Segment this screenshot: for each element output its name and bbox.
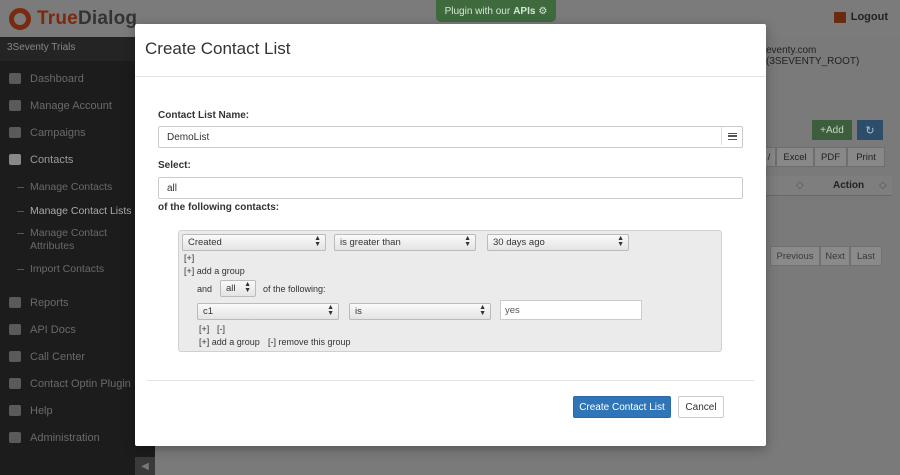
add-button[interactable]: + Add [812,120,852,140]
sidebar-item-label: Campaigns [30,126,86,139]
rule-value-select[interactable]: 30 days ago ▲ ▼ [487,234,629,251]
add-group-link[interactable]: [+] add a group [184,266,245,276]
logo-ring-icon [9,8,31,30]
export-print-button[interactable]: Print [847,147,885,167]
col-action[interactable]: Action [833,180,864,191]
group-match-select[interactable]: all ▲ ▼ [220,280,256,297]
sidebar-item-label: API Docs [30,323,76,336]
truedialog-logo[interactable]: TrueDialog [9,6,137,32]
modal-footer: Create Contact List Cancel [147,380,754,446]
mobile-icon [9,127,21,138]
rule-field-select[interactable]: Created ▲ ▼ [182,234,326,251]
following-contacts-label: of the following contacts: [158,202,280,213]
modal-title: Create Contact List [145,39,291,58]
bar-chart-icon [9,297,21,308]
group-rule-field-select[interactable]: c1 ▲ ▼ [197,303,339,320]
sidebar-item-administration[interactable]: Administration [0,424,155,451]
pager-last[interactable]: Last [850,246,882,266]
account-selector[interactable]: 3Seventy Trials [0,37,155,61]
account-label: 3Seventy Trials [7,42,76,53]
sidebar-item-label: Contact Optin Plugin [30,377,131,390]
criteria-builder: Created ▲ ▼ is greater than ▲ ▼ 30 days ago ▲… [178,230,722,352]
sidebar-item-campaigns[interactable]: Campaigns [0,119,155,146]
logo-part1: True [37,8,78,29]
select-match-input[interactable] [158,177,743,199]
select-arrows-icon: ▲ ▼ [464,235,471,248]
sidebar-item-label: Call Center [30,350,86,363]
home-icon [9,73,21,84]
sidebar-item-dashboard[interactable]: Dashboard [0,65,155,92]
sidebar-sub-manage-contact-lists[interactable]: Manage Contact Lists [0,205,155,227]
select-arrows-icon: ▲ ▼ [327,304,334,317]
sidebar-item-reports[interactable]: Reports [0,289,155,316]
sidebar-item-help[interactable]: Help [0,397,155,424]
table-header: ◇ Action ◇ [766,176,892,196]
group-and-label: and [197,284,213,294]
group-remove-rule-link[interactable]: [-] [217,324,225,334]
pager-next[interactable]: Next [820,246,850,266]
sort-icon: ◇ [796,180,804,191]
plugin-label-strong: APIs [513,5,536,17]
home-icon [9,324,21,335]
sidebar-item-api-docs[interactable]: API Docs [0,316,155,343]
sort-icon: ◇ [879,180,887,191]
cancel-button[interactable]: Cancel [678,396,724,418]
refresh-button[interactable]: ↻ [857,120,883,140]
select-arrows-icon: ▲ ▼ [617,235,624,248]
list-picker-button[interactable] [721,127,742,145]
sign-out-icon [833,11,846,23]
chat-icon [9,351,21,362]
plugin-api-button[interactable]: Plugin with our APIs ⚙ [436,0,556,22]
select-label: Select: [158,160,191,171]
group-rule-value-input[interactable] [500,300,642,320]
contact-list-name-input[interactable] [158,126,743,148]
chevron-left-icon: ◀ [141,460,149,472]
book-icon [9,154,21,165]
sidebar-item-manage-account[interactable]: Manage Account [0,92,155,119]
question-icon [9,405,21,416]
list-icon [727,132,737,140]
pager-previous[interactable]: Previous [770,246,820,266]
sidebar-item-label: Contacts [30,153,74,166]
gears-icon: ⚙ [538,5,548,17]
select-arrows-icon: ▲ ▼ [479,304,486,317]
add-rule-link[interactable]: [+] [184,253,194,263]
sidebar-sub-import-contacts[interactable]: Import Contacts [0,263,155,289]
account-breadcrumb: eventy.com (3SEVENTY_ROOT) [766,45,860,67]
sidebar-sub-manage-contact-attributes[interactable]: Manage Contact Attributes [0,227,110,263]
group-add-group-link[interactable]: [+] add a group [199,337,260,347]
sidebar-item-label: Manage Account [30,99,112,112]
rule-operator-select[interactable]: is greater than ▲ ▼ [334,234,476,251]
create-contact-list-modal: Create Contact List Contact List Name: S… [135,24,766,446]
sidebar-item-label: Reports [30,296,69,309]
refresh-icon: ↻ [865,124,875,137]
group-rule-operator-select[interactable]: is ▲ ▼ [349,303,491,320]
sidebar-item-call-center[interactable]: Call Center [0,343,155,370]
contact-list-name-label: Contact List Name: [158,110,250,121]
sidebar-collapse-button[interactable]: ◀ [135,457,155,475]
logout-label: Logout [850,11,888,23]
select-arrows-icon: ▲ ▼ [244,281,251,294]
select-arrows-icon: ▲ ▼ [314,235,321,248]
cloud-icon [9,100,21,111]
group-of-following-label: of the following: [263,284,326,294]
sidebar: 3Seventy Trials Dashboard Manage Account… [0,37,155,475]
plugin-label: Plugin with our [444,5,511,17]
sidebar-item-label: Dashboard [30,72,84,85]
code-icon [9,378,21,389]
sidebar-item-label: Administration [30,431,100,444]
sidebar-sub-manage-contacts[interactable]: Manage Contacts [0,181,155,205]
remove-group-link[interactable]: [-] remove this group [268,337,351,347]
logout-button[interactable]: Logout [833,11,888,23]
export-pdf-button[interactable]: PDF [814,147,847,167]
export-excel-button[interactable]: Excel [776,147,814,167]
logo-part2: Dialog [77,8,138,29]
group-add-rule-link[interactable]: [+] [199,324,209,334]
sidebar-item-label: Help [30,404,53,417]
edit-icon [9,432,21,443]
sidebar-item-contacts[interactable]: Contacts [0,146,155,173]
modal-header: Create Contact List [135,24,766,77]
sidebar-item-contact-optin-plugin[interactable]: Contact Optin Plugin [0,370,155,397]
create-contact-list-button[interactable]: Create Contact List [573,396,671,418]
